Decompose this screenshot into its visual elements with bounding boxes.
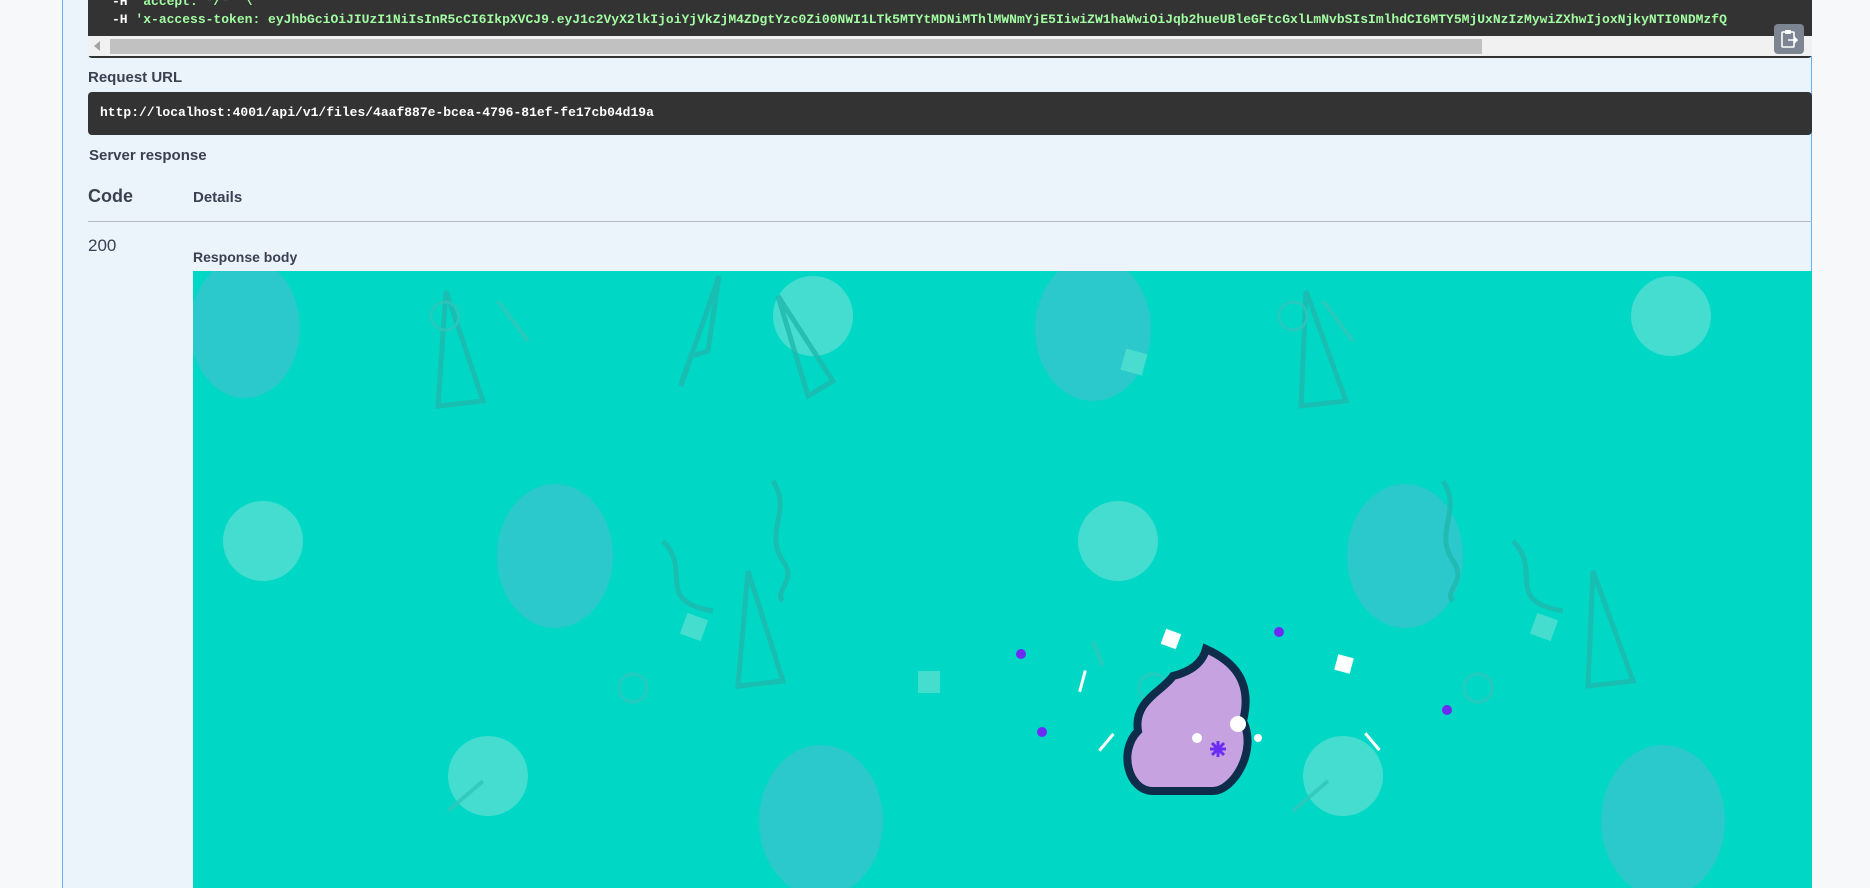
- code-column-header: Code: [88, 186, 133, 206]
- birthday-pattern-image: [193, 271, 1812, 888]
- header-divider: [88, 221, 1812, 222]
- response-body-label: Response body: [193, 249, 298, 265]
- curl-line-accept: -H 'accept: */*' \: [112, 0, 253, 9]
- response-body-image: [193, 271, 1812, 888]
- response-status-code: 200: [88, 236, 117, 255]
- scrollbar-thumb[interactable]: [110, 39, 1482, 54]
- server-response-label: Server response: [89, 147, 207, 164]
- request-url-value: http://localhost:4001/api/v1/files/4aaf8…: [88, 92, 1812, 135]
- clipboard-copy-icon: [1781, 30, 1799, 48]
- request-url-label: Request URL: [88, 69, 183, 86]
- details-column-header: Details: [193, 189, 243, 206]
- horizontal-scrollbar[interactable]: [88, 36, 1812, 56]
- arrow-left-icon[interactable]: [94, 41, 100, 51]
- copy-to-clipboard-button[interactable]: [1774, 24, 1804, 54]
- curl-line-token: -H 'x-access-token: eyJhbGciOiJIUzI1NiIs…: [112, 12, 1727, 27]
